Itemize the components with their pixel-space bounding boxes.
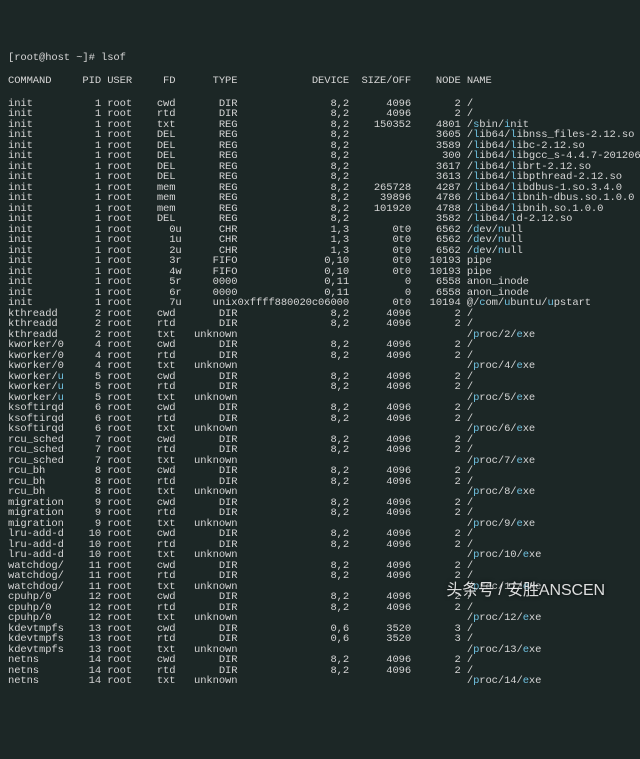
- table-row: init 1 root rtd DIR 8,2 4096 2 /: [8, 109, 632, 120]
- table-row: netns 14 root txt unknown /proc/14/exe: [8, 676, 632, 687]
- table-row: netns 14 root rtd DIR 8,2 4096 2 /: [8, 666, 632, 677]
- watermark-text: 头条号 / 安胜ANSCEN: [446, 576, 605, 600]
- table-row: migration 9 root rtd DIR 8,2 4096 2 /: [8, 508, 632, 519]
- table-row: init 1 root 3r FIFO 0,10 0t0 10193 pipe: [8, 256, 632, 267]
- table-row: init 1 root 5r 0000 0,11 0 6558 anon_ino…: [8, 277, 632, 288]
- table-row: rcu_bh 8 root txt unknown /proc/8/exe: [8, 487, 632, 498]
- table-row: cpuhp/0 12 root txt unknown /proc/12/exe: [8, 613, 632, 624]
- table-row: kdevtmpfs 13 root cwd DIR 0,6 3520 3 /: [8, 624, 632, 635]
- table-row: ksoftirqd 6 root txt unknown /proc/6/exe: [8, 424, 632, 435]
- table-row: lru-add-d 10 root cwd DIR 8,2 4096 2 /: [8, 529, 632, 540]
- table-row: kworker/0 4 root cwd DIR 8,2 4096 2 /: [8, 340, 632, 351]
- table-row: kthreadd 2 root rtd DIR 8,2 4096 2 /: [8, 319, 632, 330]
- table-row: rcu_sched 7 root rtd DIR 8,2 4096 2 /: [8, 445, 632, 456]
- table-row: init 1 root 7u unix0xffff880020c06000 0t…: [8, 298, 632, 309]
- shell-prompt[interactable]: [root@host ~]# lsof: [8, 52, 632, 64]
- table-row: kworker/0 4 root txt unknown /proc/4/exe: [8, 361, 632, 372]
- table-row: kworker/u 5 root rtd DIR 8,2 4096 2 /: [8, 382, 632, 393]
- lsof-header: COMMAND PID USER FD TYPE DEVICE SIZE/OFF…: [8, 76, 632, 87]
- table-row: init 1 root DEL REG 8,2 3582 /lib64/ld-2…: [8, 214, 632, 225]
- table-row: lru-add-d 10 root txt unknown /proc/10/e…: [8, 550, 632, 561]
- table-row: netns 14 root cwd DIR 8,2 4096 2 /: [8, 655, 632, 666]
- table-row: kdevtmpfs 13 root rtd DIR 0,6 3520 3 /: [8, 634, 632, 645]
- table-row: ksoftirqd 6 root cwd DIR 8,2 4096 2 /: [8, 403, 632, 414]
- table-row: init 1 root mem REG 8,2 39896 4786 /lib6…: [8, 193, 632, 204]
- table-row: kdevtmpfs 13 root txt unknown /proc/13/e…: [8, 645, 632, 656]
- table-row: init 1 root 1u CHR 1,3 0t0 6562 /dev/nul…: [8, 235, 632, 246]
- table-row: init 1 root DEL REG 8,2 300 /lib64/libgc…: [8, 151, 632, 162]
- table-row: init 1 root DEL REG 8,2 3605 /lib64/libn…: [8, 130, 632, 141]
- table-row: init 1 root DEL REG 8,2 3613 /lib64/libp…: [8, 172, 632, 183]
- table-row: rcu_bh 8 root cwd DIR 8,2 4096 2 /: [8, 466, 632, 477]
